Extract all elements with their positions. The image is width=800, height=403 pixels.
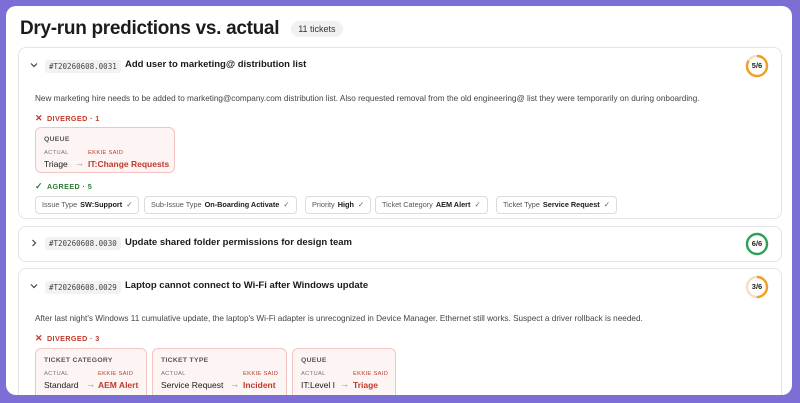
score-label: 6/6 [751, 239, 763, 248]
actual-label: ACTUAL [301, 371, 326, 377]
ticket-card: #T20260608.0029 Laptop cannot connect to… [18, 268, 782, 395]
ticket-title: Laptop cannot connect to Wi-Fi after Win… [125, 280, 369, 291]
check-icon: ✓ [474, 200, 481, 209]
ekkie-value: AEM Alert [98, 380, 139, 390]
diff-card: TICKET TYPE ACTUAL EKKIE SAID Service Re… [152, 348, 287, 395]
agreed-chip: Priority High ✓ [305, 196, 372, 214]
check-icon: ✓ [35, 181, 43, 191]
ekkie-label: EKKIE SAID [353, 371, 389, 377]
arrow-right-icon: → [75, 158, 84, 168]
score-label: 3/6 [751, 282, 763, 291]
ticket-card[interactable]: #T20260608.0030 Update shared folder per… [18, 226, 782, 262]
ekkie-value: Triage [353, 380, 379, 390]
arrow-right-icon: → [230, 379, 239, 389]
ticket-id: #T20260608.0030 [45, 237, 121, 250]
app-frame: Dry-run predictions vs. actual 11 ticket… [6, 6, 792, 395]
actual-value: IT:Level I [301, 380, 336, 390]
check-icon: ✓ [357, 200, 365, 209]
score-label: 5/6 [751, 61, 763, 70]
agreed-chip: Issue Type SW:Support ✓ [35, 196, 140, 214]
ekkie-label: EKKIE SAID [98, 371, 134, 377]
diff-card: QUEUE ACTUAL EKKIE SAID IT:Level I → Tri… [292, 348, 396, 395]
actual-value: Standard [44, 380, 79, 390]
diff-field: QUEUE [44, 136, 70, 143]
ekkie-value: Incident [243, 380, 276, 390]
ekkie-value: IT:Change Requests [88, 159, 170, 169]
ticket-id: #T20260608.0031 [45, 60, 121, 73]
ticket-id: #T20260608.0029 [45, 281, 121, 294]
ticket-description: New marketing hire needs to be added to … [35, 94, 700, 103]
ticket-card-header[interactable]: #T20260608.0029 Laptop cannot connect to… [19, 269, 781, 305]
ekkie-label: EKKIE SAID [88, 150, 124, 156]
ticket-title: Add user to marketing@ distribution list [125, 59, 307, 70]
ticket-description: After last night's Windows 11 cumulative… [35, 314, 643, 323]
diverged-heading: ✕ DIVERGED · 1 [35, 113, 100, 123]
actual-label: ACTUAL [44, 150, 69, 156]
diff-field: TICKET TYPE [161, 357, 209, 364]
actual-value: Triage [44, 159, 68, 169]
agreed-chip: Ticket Category AEM Alert ✓ [375, 196, 488, 214]
page-title: Dry-run predictions vs. actual [20, 18, 280, 39]
diff-card: QUEUE ACTUAL EKKIE SAID Triage → IT:Chan… [35, 127, 175, 173]
arrow-right-icon: → [86, 379, 95, 389]
actual-value: Service Request [161, 380, 224, 390]
ticket-title: Update shared folder permissions for des… [125, 237, 352, 248]
chevron-down-icon[interactable] [29, 281, 39, 291]
diff-field: TICKET CATEGORY [44, 357, 113, 364]
ekkie-label: EKKIE SAID [243, 371, 279, 377]
ticket-count-badge: 11 tickets [291, 21, 343, 37]
check-icon: ✓ [126, 200, 133, 209]
diff-card: TICKET CATEGORY ACTUAL EKKIE SAID Standa… [35, 348, 147, 395]
ticket-card-header[interactable]: #T20260608.0030 Update shared folder per… [19, 227, 781, 261]
chevron-down-icon[interactable] [29, 60, 39, 70]
diff-field: QUEUE [301, 357, 327, 364]
actual-label: ACTUAL [161, 371, 186, 377]
x-icon: ✕ [35, 333, 43, 343]
ticket-card-header[interactable]: #T20260608.0031 Add user to marketing@ d… [19, 48, 781, 84]
page-header: Dry-run predictions vs. actual 11 ticket… [20, 18, 343, 40]
check-icon: ✓ [283, 200, 290, 209]
actual-label: ACTUAL [44, 371, 69, 377]
diverged-heading: ✕ DIVERGED · 3 [35, 333, 100, 343]
agreed-heading: ✓ AGREED · 5 [35, 181, 93, 191]
check-icon: ✓ [603, 200, 610, 209]
x-icon: ✕ [35, 113, 43, 123]
arrow-right-icon: → [340, 379, 349, 389]
agreed-chip: Sub-Issue Type On-Boarding Activate ✓ [144, 196, 297, 214]
agreed-chip: Ticket Type Service Request ✓ [496, 196, 617, 214]
chevron-right-icon[interactable] [29, 238, 39, 248]
ticket-card: #T20260608.0031 Add user to marketing@ d… [18, 47, 782, 219]
